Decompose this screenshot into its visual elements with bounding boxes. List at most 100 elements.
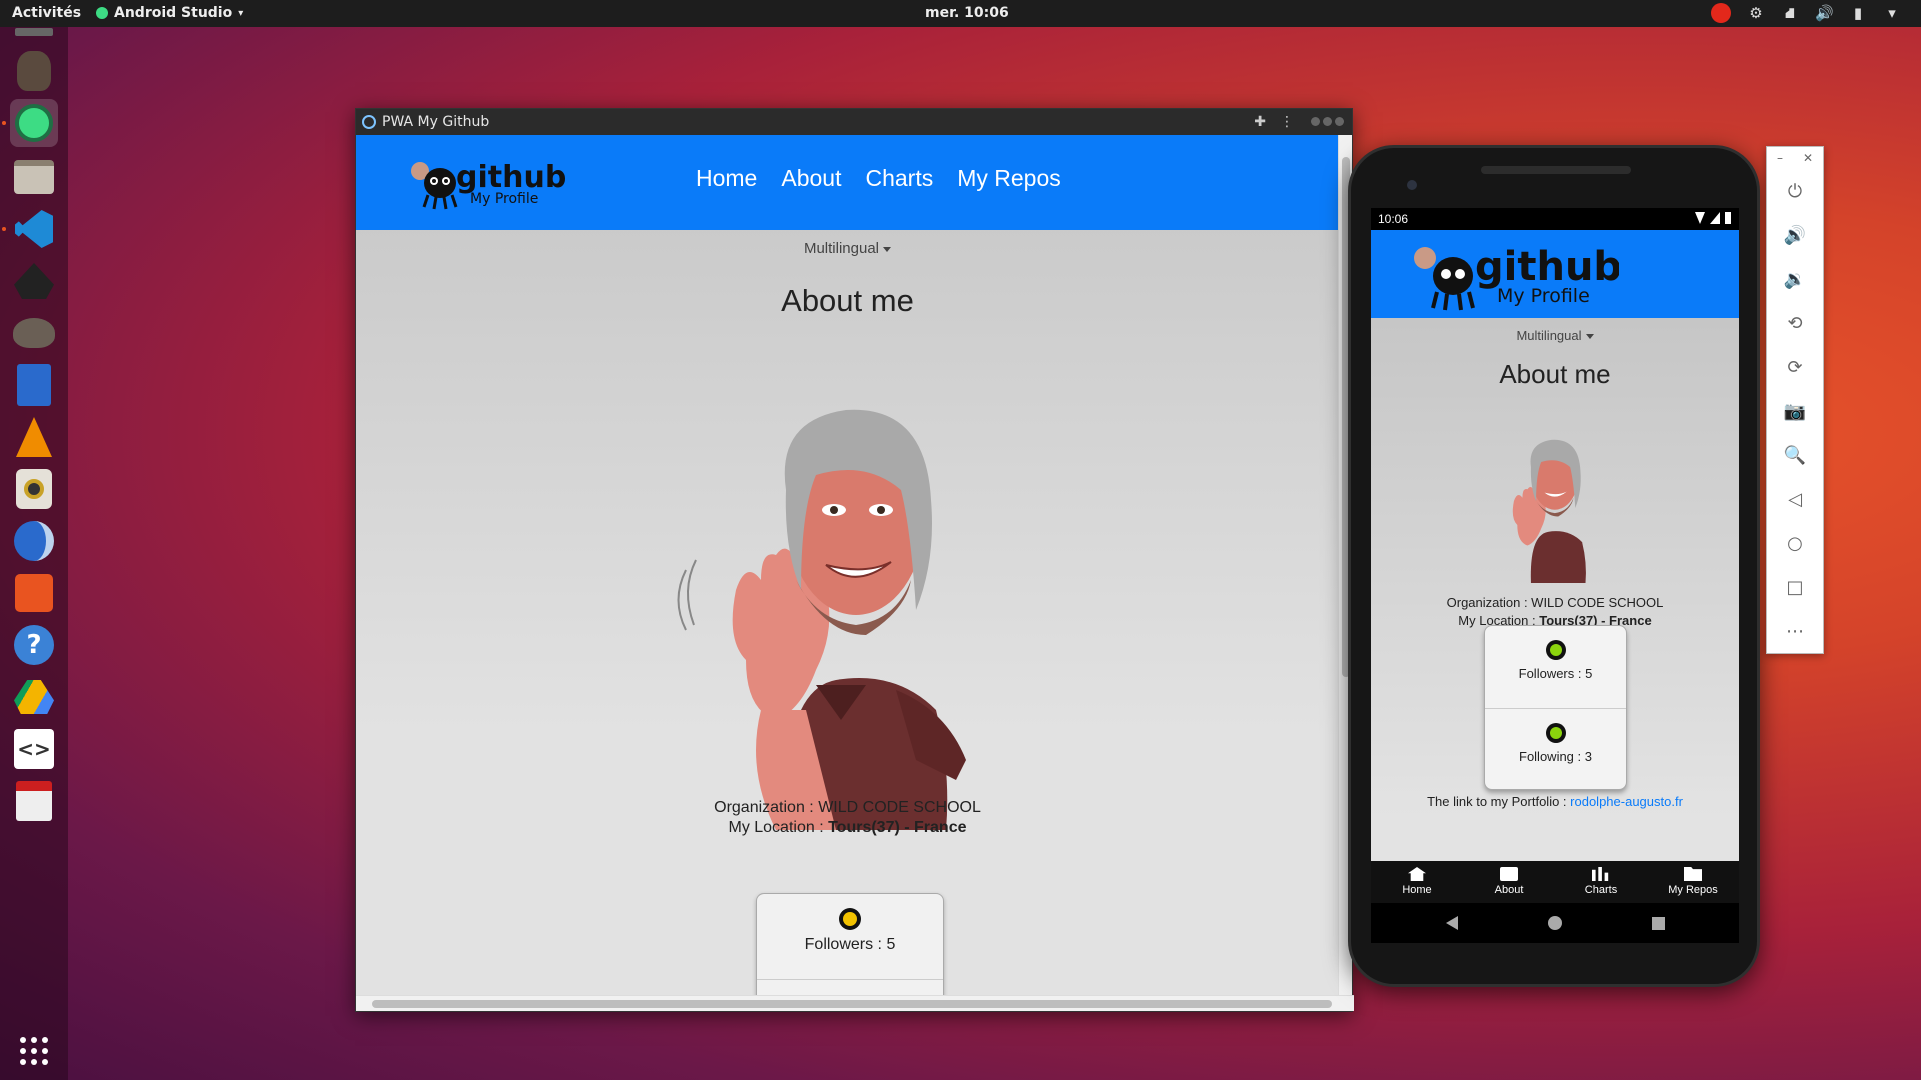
record-indicator-icon[interactable] <box>1711 3 1731 23</box>
phone-bottom-nav: Home About Charts My Repos <box>1371 861 1739 903</box>
organization-label: Organization : <box>714 799 819 816</box>
status-bar: 10:06 <box>1371 208 1739 230</box>
extensions-icon[interactable]: ✚ <box>1254 114 1266 130</box>
battery-icon[interactable]: ▮ <box>1849 4 1867 22</box>
back-icon[interactable] <box>1445 916 1458 930</box>
top-bar: Activités Android Studio ▾ mer. 10:06 ⚙ … <box>0 0 1921 27</box>
organization-value: WILD CODE SCHOOL <box>818 799 981 816</box>
phone-portfolio-link[interactable]: rodolphe-augusto.fr <box>1570 794 1683 809</box>
android-system-nav <box>1371 903 1739 943</box>
nav-about[interactable]: About <box>781 165 841 192</box>
clock[interactable]: mer. 10:06 <box>925 5 1009 21</box>
evince-icon[interactable] <box>10 777 58 825</box>
phone-language-dropdown[interactable]: Multilingual <box>1371 328 1739 343</box>
followers-item[interactable]: Followers : 5 <box>757 894 943 980</box>
android-studio-small-icon <box>96 7 108 19</box>
logo-main-text: github <box>456 160 566 195</box>
thunderbird-icon[interactable] <box>10 517 58 565</box>
phone-page: Multilingual About me Organization : WIL… <box>1371 318 1739 861</box>
more-icon[interactable]: ⋯ <box>1767 609 1823 653</box>
app-grid-icon[interactable] <box>10 1027 58 1075</box>
bottom-tab-my-repos[interactable]: My Repos <box>1647 861 1739 903</box>
network-icon[interactable]: ⛘ <box>1781 4 1799 22</box>
gimp-icon[interactable] <box>10 309 58 357</box>
volume-up-icon[interactable]: 🔊 <box>1767 213 1823 257</box>
android-studio-icon[interactable] <box>10 99 58 147</box>
camera-icon[interactable]: 📷 <box>1767 389 1823 433</box>
avatar <box>677 409 966 830</box>
minimize-icon[interactable]: – <box>1777 151 1783 165</box>
phone-github-profile-logo[interactable]: github My Profile <box>1409 232 1619 314</box>
home-icon[interactable]: ○ <box>1767 521 1823 565</box>
beaver-icon[interactable] <box>10 47 58 95</box>
phone-following-text: Following : 3 <box>1519 749 1592 764</box>
volume-icon[interactable]: 🔊 <box>1815 4 1834 22</box>
rotate-left-icon[interactable]: ⟲ <box>1767 301 1823 345</box>
chevron-down-icon: ▾ <box>238 7 244 19</box>
more-menu-icon[interactable]: ⋮ <box>1280 114 1294 130</box>
app-menu[interactable]: Android Studio ▾ <box>96 5 243 21</box>
phone-following-item[interactable]: Following : 3 <box>1485 708 1626 790</box>
rotate-right-icon[interactable]: ⟳ <box>1767 345 1823 389</box>
writer-icon[interactable] <box>10 361 58 409</box>
phone-language-label: Multilingual <box>1516 328 1582 343</box>
nav-my-repos[interactable]: My Repos <box>957 165 1061 192</box>
id-card-icon <box>1500 867 1518 881</box>
system-tray[interactable]: ⚙ ⛘ 🔊 ▮ ▾ <box>1711 3 1901 23</box>
settings-icon[interactable]: ⚙ <box>1747 4 1765 22</box>
stats-card: Followers : 5 <box>756 893 944 997</box>
bar-chart-icon <box>1592 867 1609 881</box>
bottom-tab-charts[interactable]: Charts <box>1555 861 1647 903</box>
bottom-tab-about-label: About <box>1494 884 1524 896</box>
help-icon[interactable]: ? <box>10 621 58 669</box>
page-title: About me <box>781 283 914 318</box>
home-circle-icon[interactable] <box>1547 916 1562 930</box>
phone-followers-item[interactable]: Followers : 5 <box>1485 626 1626 708</box>
chevron-down-icon[interactable]: ▾ <box>1883 4 1901 22</box>
recents-icon[interactable] <box>1651 916 1665 930</box>
close-icon[interactable]: ✕ <box>1803 151 1813 165</box>
dock: ? <> <box>0 27 68 1080</box>
window-controls[interactable] <box>1308 114 1344 130</box>
minimize-button[interactable] <box>1311 117 1320 126</box>
wifi-icon <box>1695 212 1705 224</box>
volume-down-icon[interactable]: 🔉 <box>1767 257 1823 301</box>
phone-avatar <box>1512 439 1586 583</box>
software-icon[interactable] <box>10 569 58 617</box>
nav-home[interactable]: Home <box>696 165 757 192</box>
back-icon[interactable]: ◁ <box>1767 477 1823 521</box>
files-icon[interactable] <box>10 153 58 201</box>
dosbox-icon[interactable] <box>10 27 58 37</box>
emulator-toolbar: – ✕ ⏻ 🔊 🔉 ⟲ ⟳ 📷 🔍 ◁ ○ □ ⋯ <box>1766 146 1824 654</box>
overview-icon[interactable]: □ <box>1767 565 1823 609</box>
status-time: 10:06 <box>1378 212 1409 226</box>
drive-icon[interactable] <box>10 673 58 721</box>
phone-followers-text: Followers : 5 <box>1518 666 1593 681</box>
activities-button[interactable]: Activités <box>12 5 81 21</box>
speaker-icon[interactable] <box>10 465 58 513</box>
window-titlebar[interactable]: PWA My Github ✚ ⋮ <box>356 109 1352 135</box>
phone-stats-card: Followers : 5 Following : 3 <box>1484 625 1627 790</box>
github-profile-logo[interactable]: github My Profile <box>406 149 566 213</box>
maximize-button[interactable] <box>1323 117 1332 126</box>
inkscape-icon[interactable] <box>10 257 58 305</box>
bottom-tab-home[interactable]: Home <box>1371 861 1463 903</box>
nav-charts[interactable]: Charts <box>865 165 933 192</box>
language-dropdown[interactable]: Multilingual <box>356 240 1339 257</box>
emulator-toolbar-header: – ✕ <box>1767 147 1823 169</box>
github-icon <box>1545 723 1566 743</box>
power-icon[interactable]: ⏻ <box>1767 169 1823 213</box>
close-button[interactable] <box>1335 117 1344 126</box>
phone-logo-main-text: github <box>1475 244 1619 290</box>
vscode-icon[interactable] <box>10 205 58 253</box>
location-label: My Location : <box>728 819 829 836</box>
location-value: Tours(37) - France <box>828 819 967 836</box>
horizontal-scroll-thumb[interactable] <box>372 1000 1332 1008</box>
followers-text: Followers : 5 <box>804 936 896 953</box>
location-line: My Location : Tours(37) - France <box>356 819 1339 837</box>
horizontal-scrollbar[interactable] <box>356 995 1354 1011</box>
devtools-icon[interactable]: <> <box>10 725 58 773</box>
bottom-tab-about[interactable]: About <box>1463 861 1555 903</box>
vlc-icon[interactable] <box>10 413 58 461</box>
zoom-icon[interactable]: 🔍 <box>1767 433 1823 477</box>
